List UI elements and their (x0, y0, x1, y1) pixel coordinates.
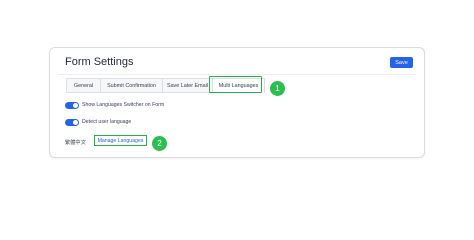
toggle-row-detect-language: Detect user language (65, 118, 131, 126)
tab-save-later-email[interactable]: Save Later Email (162, 78, 212, 93)
tab-submit-confirmation[interactable]: Submit Confirmation (100, 78, 162, 93)
save-button[interactable]: Save (390, 57, 413, 68)
header-divider (58, 74, 416, 75)
show-switcher-label: Show Languages Switcher on Form (82, 102, 165, 108)
manage-languages-link[interactable]: Manage Languages (94, 135, 147, 146)
step-badge-1: 1 (270, 81, 285, 96)
tab-general[interactable]: General (66, 78, 100, 93)
show-switcher-toggle[interactable] (65, 101, 79, 109)
toggle-row-show-switcher: Show Languages Switcher on Form (65, 101, 164, 109)
current-language-label: 繁體中文 (65, 139, 86, 146)
language-row: 繁體中文 (65, 138, 86, 146)
step-badge-2: 2 (152, 136, 167, 151)
detect-language-toggle[interactable] (65, 118, 79, 126)
detect-language-label: Detect user language (82, 119, 132, 125)
page-title: Form Settings (65, 56, 134, 68)
tab-highlight-box (209, 76, 262, 93)
